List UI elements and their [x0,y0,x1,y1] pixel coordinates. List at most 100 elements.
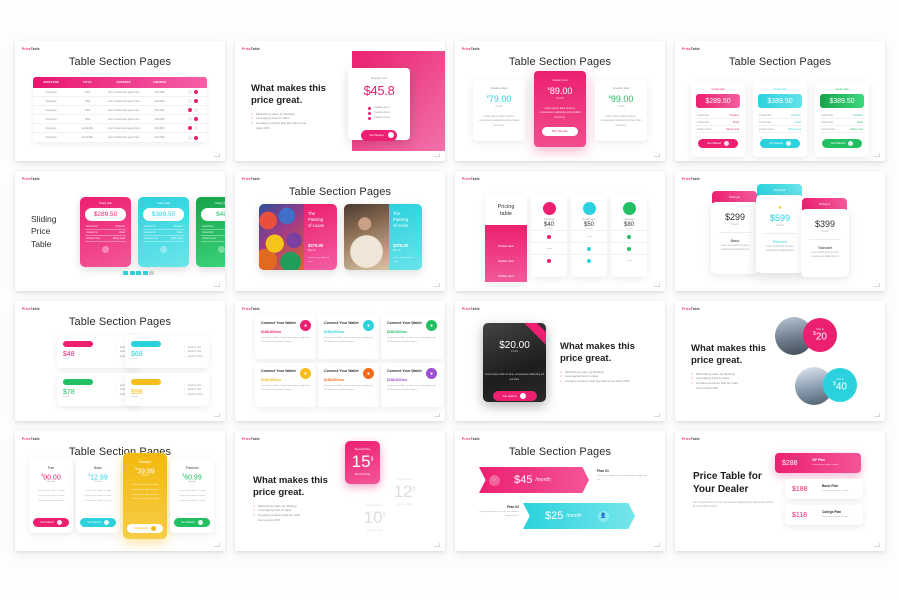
plan-column-premium[interactable]: Premium $60.99 /Monthly Lorem ipsum dolo… [170,459,214,533]
dot-off[interactable] [187,99,192,103]
price-bubble-20[interactable]: Start at $20 [803,318,837,352]
dealer-row-vip[interactable]: $288 VIP Plan Lorem ipsum dolor sit amet [775,453,861,473]
wallet-card-5[interactable]: ● Connect Your Wallet $188,000/mo Lorem … [318,363,380,407]
table-row[interactable]: Company Jenderfile Your content-tine goe… [33,124,207,133]
plan-column-basic[interactable]: Basic $12.99 /Monthly Lorem ipsum dolor … [76,459,120,533]
get-started-button[interactable]: Get Started [698,139,738,148]
slide-thumbnail-15[interactable]: PriceTable Table Section Pages ☞ $45 /mo… [455,431,665,551]
dot-off[interactable] [193,126,198,130]
special-price-tile-2[interactable]: Special Price 12$ Discount Only [387,471,422,514]
slide-thumbnail-7[interactable]: PriceTable Pricing table Subtitle Here S… [455,171,665,291]
wallet-card-6[interactable]: ● Connect Your Wallet $188,000/mo Lorem … [381,363,443,407]
get-started-button[interactable]: Get Started [80,518,116,527]
slide-thumbnail-14[interactable]: PriceTable What makes this price great. … [235,431,445,551]
slide-thumbnail-6[interactable]: PriceTable Table Section Pages The Paint… [235,171,445,291]
get-started-button[interactable]: Get Started [760,139,800,148]
slide-thumbnail-9[interactable]: PriceTable Table Section Pages $48 /mont… [15,301,225,421]
slide-thumbnail-4[interactable]: PriceTable Table Section Pages Yearly pl… [675,41,885,161]
dot-on[interactable] [187,108,192,112]
matrix-column-company[interactable]: Company $80 /month [611,195,647,277]
arrow-circle-icon[interactable] [218,246,225,253]
plan-card-creative-2[interactable]: Creative plan $99.00 /month Lorem ipsum … [595,79,647,141]
get-started-button[interactable]: Get Started [174,518,210,527]
plan-card-a[interactable]: $299 /month Basic Lorem ipsum dolor sit … [711,202,759,274]
buy-plan-button[interactable]: BUY this plan [542,126,578,136]
arrow-circle-icon[interactable] [160,246,167,253]
dot-off[interactable] [187,135,192,140]
wallet-card-4[interactable]: ● Connect Your Wallet $188,000/mo Lorem … [255,363,317,407]
plan-column-free[interactable]: Free $00.00 /Monthly Lorem ipsum dolor s… [29,459,73,533]
price-bubble-40[interactable]: Start at $40 [823,368,857,402]
get-started-button[interactable]: Get Started [127,524,163,533]
pager-dot[interactable] [129,271,135,275]
slide-thumbnail-3[interactable]: PriceTable Table Section Pages Creative … [455,41,665,161]
small-plan-card-cyan[interactable]: $68 /month Feature One Feature Two Featu… [125,335,209,368]
pager-dot[interactable] [149,271,154,275]
carousel-pager[interactable] [123,271,154,275]
matrix-column-personal[interactable]: Personal $40 /month [531,195,567,277]
table-row[interactable]: Company Jenderfile Your content-tine goe… [33,133,207,142]
wallet-card-1[interactable]: ● Connect Your Wallet $188,000/mo Lorem … [255,315,317,359]
price-band-plan-01[interactable]: ☞ $45 /month [479,467,589,493]
small-plan-card-yellow[interactable]: $98 /month Feature One Feature Two Featu… [125,373,209,406]
table-row[interactable]: Company Tittle Your content-tine goes he… [33,97,207,106]
get-started-button[interactable]: Get Started [361,129,397,141]
wallet-card-2[interactable]: ● Connect Your Wallet $188,000/mo Lorem … [318,315,380,359]
painting-card-annie[interactable]: The Painting of Annie $375.00 Buy art Lo… [344,204,422,270]
slide-thumbnail-1[interactable]: PriceTable Table Section Pages INVESTOR … [15,41,225,161]
dot-off[interactable] [187,90,192,94]
slide-thumbnail-8[interactable]: PriceTable Pricing A $299 /month Basic L… [675,171,885,291]
plan-card-b-featured[interactable]: ★ $599 /month Premium Lorem ipsum dolor … [756,195,804,273]
dot-on[interactable] [187,126,192,130]
toggle-dots[interactable] [178,108,207,112]
yearly-card-cyan[interactable]: Yearly plan $389.50 Content list Premium … [753,81,807,157]
dot-on[interactable] [193,135,198,140]
dot-on[interactable] [193,99,198,103]
dot-on[interactable] [193,90,198,94]
slide-thumbnail-5[interactable]: PriceTable Sliding Price Table Yearly pl… [15,171,225,291]
yearly-card-pink[interactable]: Yearly plan $289.50 Content list Premium … [691,81,745,157]
slide-thumbnail-16[interactable]: PriceTable Price Table for Your Dealer L… [675,431,885,551]
slide-thumbnail-11[interactable]: PriceTable $20.00 /month Lorem ipsum dol… [455,301,665,421]
toggle-dots[interactable] [178,126,207,130]
plan-column-standart-featured[interactable]: Standart $39.99 /Monthly Lorem ipsum dol… [123,453,167,539]
pager-dot[interactable] [123,271,128,275]
arrow-circle-icon[interactable] [102,246,109,253]
price-card[interactable]: Regular pref $45.8 Feature list 1 Featur… [348,68,410,141]
pager-dot[interactable] [136,271,141,275]
special-price-tile-3[interactable]: Special Price 10$ Discount Only [357,497,392,540]
dot-off[interactable] [193,108,198,112]
slide-card-green[interactable]: Yearly plan $48 Content listPremium Cont… [196,197,225,267]
slide-thumbnail-10[interactable]: PriceTable ● Connect Your Wallet $188,00… [235,301,445,421]
get-started-button[interactable]: Get Started [33,518,69,527]
toggle-dots[interactable] [178,90,207,94]
toggle-dots[interactable] [178,99,207,103]
table-row[interactable]: Company Tittle Your content-tine goes he… [33,88,207,97]
slide-thumbnail-2[interactable]: PriceTable What makes this price great. … [235,41,445,161]
matrix-column-small-team[interactable]: Small team $50 /month [571,195,607,277]
painting-card-lucas[interactable]: The Painting of Lucas $275.00 Buy art Lo… [259,204,337,270]
toggle-dots[interactable] [178,135,207,140]
slide-thumbnail-12[interactable]: PriceTable What makes this price great. … [675,301,885,421]
plan-card-creative[interactable]: Creative plan $79.00 /month Lorem ipsum … [473,79,525,141]
dark-price-card[interactable]: $20.00 /month Lorem ipsum dolor sit amet… [483,323,546,402]
wallet-card-3[interactable]: ● Connect Your Wallet $188,000/mo Lorem … [381,315,443,359]
dot-on[interactable] [193,117,198,121]
table-row[interactable]: Company Tittle Your content-tine goes he… [33,115,207,124]
dealer-row-basic[interactable]: $188 Basic Plan Lorem ipsum dolor sit am… [785,479,863,499]
plan-card-c[interactable]: $399 /month Standart Lorem ipsum dolor s… [801,209,849,277]
get-started-button[interactable]: Get started [492,391,537,402]
slide-card-pink[interactable]: Yearly plan $289.50 Content list Premium … [80,197,131,267]
dealer-row-college[interactable]: $118 College Plan Lorem ipsum dolor sit … [785,505,863,525]
slide-card-cyan[interactable]: Yearly plan $389.50 Content list Premium … [138,197,189,267]
get-started-button[interactable]: Get Started [822,139,862,148]
table-row[interactable]: Company Tittle Your content-tine goes he… [33,106,207,115]
price-band-plan-02[interactable]: $25 /month 👤 [523,503,635,529]
special-price-tile-active[interactable]: Special Price 15$ Discount Only [345,441,380,484]
pager-dot[interactable] [142,271,148,275]
toggle-dots[interactable] [178,117,207,121]
yearly-card-green[interactable]: Yearly plan $389.50 Content list Premium … [815,81,869,157]
dot-off[interactable] [187,117,192,121]
plan-card-classic-featured[interactable]: Classic plan $89.00 /month Lorem ipsum d… [534,71,586,147]
slide-thumbnail-13[interactable]: PriceTable Table Section Pages Free $00.… [15,431,225,551]
